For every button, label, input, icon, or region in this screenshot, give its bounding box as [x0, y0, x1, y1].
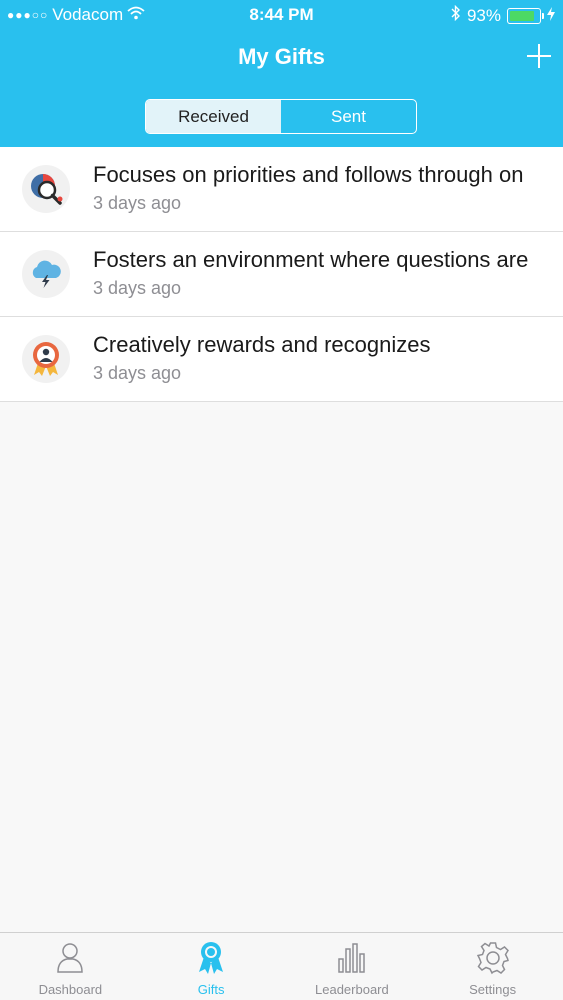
gift-time: 3 days ago — [93, 363, 182, 383]
priority-chart-icon — [22, 165, 70, 213]
tab-leaderboard[interactable]: Leaderboard — [282, 933, 423, 1000]
tab-dashboard-label: Dashboard — [38, 982, 103, 997]
segment-received[interactable]: Received — [146, 100, 281, 133]
gift-time: 3 days ago — [93, 278, 182, 298]
ribbon-icon — [199, 942, 224, 974]
segmented-control: Received Sent — [145, 99, 417, 134]
tab-bar: Dashboard Gifts Leaderboard Settings — [0, 932, 563, 1000]
list-item[interactable]: Focuses on priorities and follows throug… — [0, 147, 563, 232]
status-bar: ●●●○○ Vodacom 8:44 PM 93% — [0, 0, 563, 30]
gear-icon — [476, 942, 509, 975]
add-gift-button[interactable] — [527, 44, 551, 68]
gift-title: Focuses on priorities and follows throug… — [93, 162, 524, 187]
gift-list: Focuses on priorities and follows throug… — [0, 147, 563, 402]
list-item[interactable]: Fosters an environment where questions a… — [0, 232, 563, 317]
tab-gifts-label: Gifts — [197, 982, 225, 997]
cloud-lightning-icon — [22, 250, 70, 298]
tab-gifts[interactable]: Gifts — [141, 933, 282, 1000]
tab-dashboard[interactable]: Dashboard — [0, 933, 141, 1000]
bar-chart-icon — [338, 943, 365, 973]
tab-settings[interactable]: Settings — [422, 933, 563, 1000]
bluetooth-icon — [451, 4, 461, 26]
award-badge-icon — [22, 335, 70, 383]
gift-title: Creatively rewards and recognizes — [93, 332, 431, 357]
gift-time: 3 days ago — [93, 193, 182, 213]
segment-sent[interactable]: Sent — [281, 100, 416, 133]
tab-settings-label: Settings — [469, 982, 517, 997]
person-icon — [57, 943, 84, 973]
list-item[interactable]: Creatively rewards and recognizes 3 days… — [0, 317, 563, 402]
battery-icon — [507, 7, 544, 24]
charging-icon — [547, 6, 555, 26]
tab-leaderboard-label: Leaderboard — [315, 982, 389, 997]
header: ●●●○○ Vodacom 8:44 PM 93% My Gifts Recei… — [0, 0, 563, 147]
battery-percent: 93% — [466, 5, 501, 25]
page-title: My Gifts — [238, 44, 325, 69]
gift-title: Fosters an environment where questions a… — [93, 247, 529, 272]
